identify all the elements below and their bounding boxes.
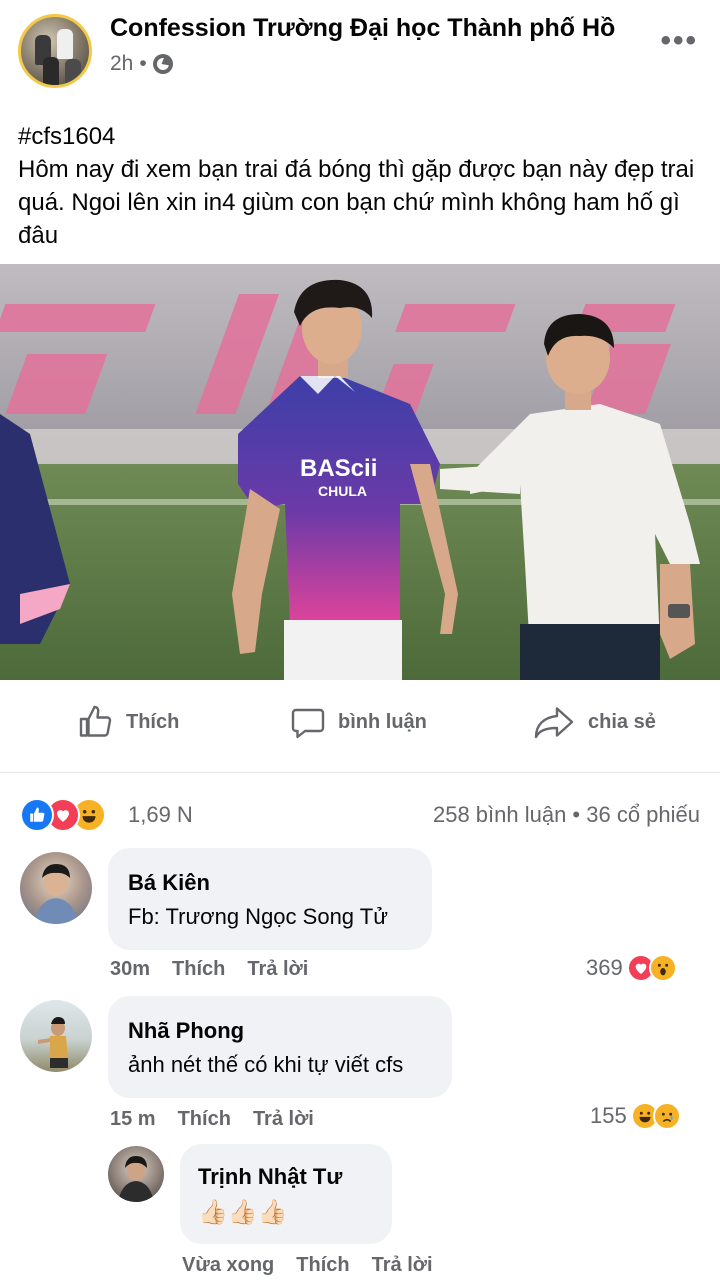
comment-item: Nhã Phong ảnh nét thế có khi tự viết cfs… <box>0 996 720 1136</box>
comment-text: ảnh nét thế có khi tự viết cfs <box>128 1052 404 1077</box>
comment-bubble <box>108 848 432 950</box>
comment-time: 30m <box>110 958 151 980</box>
post-meta: 2h • <box>110 52 173 76</box>
avatar[interactable] <box>108 1146 164 1202</box>
page-avatar[interactable] <box>18 14 92 88</box>
post-text-line: Hôm nay đi xem bạn trai đá bóng thì gặp … <box>18 156 695 183</box>
comment-reaction-count: 155 <box>590 1103 627 1128</box>
comment-reply-item: Trịnh Nhật Tư 👍🏻👍🏻👍🏻 Vừa xong Thích Trả … <box>0 1144 720 1280</box>
more-icon[interactable]: ••• <box>660 24 698 58</box>
post-text-line: đâu <box>18 222 59 249</box>
commenter-name[interactable]: Nhã Phong <box>128 1018 244 1044</box>
comment-text: Fb: Trương Ngọc Song Tử <box>128 904 388 929</box>
post-body: #cfs1604 Hôm nay đi xem bạn trai đá bóng… <box>18 120 708 252</box>
post-action-bar: Thích bình luận chia sẻ <box>0 690 720 762</box>
like-label: Thích <box>126 710 180 733</box>
post-text-line: quá. Ngoi lên xin in4 giùm con bạn chứ m… <box>18 189 680 216</box>
wow-reaction-icon <box>648 954 677 982</box>
post-time[interactable]: 2h <box>110 52 133 76</box>
commenter-name[interactable]: Trịnh Nhật Tư <box>198 1164 342 1190</box>
share-arrow-icon <box>534 707 574 739</box>
divider <box>0 772 720 773</box>
reaction-count: 1,69 N <box>128 802 193 827</box>
comment-actions: 15 m Thích Trả lời <box>110 1108 314 1131</box>
jersey-sponsor-text: BAScii <box>300 455 377 482</box>
page-name[interactable]: Confession Trường Đại học Thành phố Hồ <box>110 14 630 43</box>
comment-bubble <box>108 996 452 1098</box>
like-button[interactable]: Thích <box>78 704 179 740</box>
comment-reply-button[interactable]: Trả lời <box>372 1254 433 1277</box>
sad-reaction-icon <box>652 1102 681 1130</box>
comment-item: Bá Kiên Fb: Trương Ngọc Song Tử 30m Thíc… <box>0 848 720 988</box>
comment-time: Vừa xong <box>182 1254 275 1276</box>
avatar[interactable] <box>20 1000 92 1072</box>
comment-like-button[interactable]: Thích <box>172 958 225 981</box>
comment-like-button[interactable]: Thích <box>296 1254 349 1277</box>
share-label: chia sẻ <box>588 710 656 733</box>
comment-icon <box>291 708 325 739</box>
comment-reaction-count: 369 <box>586 955 623 980</box>
globe-icon <box>152 54 173 74</box>
comment-reply-button[interactable]: Trả lời <box>253 1108 314 1131</box>
reaction-summary[interactable]: 1,69 N 258 bình luận • 36 cổ phiếu <box>0 790 720 838</box>
comment-actions: 30m Thích Trả lời <box>110 958 308 981</box>
comment-reactions[interactable]: 369 <box>586 954 677 982</box>
comment-reply-button[interactable]: Trả lời <box>247 958 308 981</box>
avatar[interactable] <box>20 852 92 924</box>
like-reaction-icon <box>20 798 54 832</box>
comment-time: 15 m <box>110 1108 156 1130</box>
meta-separator: • <box>139 52 147 75</box>
comment-text: 👍🏻👍🏻👍🏻 <box>198 1199 288 1226</box>
post-photo[interactable]: BAScii CHULA <box>0 264 720 680</box>
comment-actions: Vừa xong Thích Trả lời <box>182 1254 433 1277</box>
comments-shares-count[interactable]: 258 bình luận • 36 cổ phiếu <box>433 802 700 828</box>
comment-like-button[interactable]: Thích <box>178 1108 231 1131</box>
comment-bubble <box>180 1144 392 1244</box>
post-photo-illustration: BAScii CHULA <box>0 264 720 680</box>
share-button[interactable]: chia sẻ <box>532 704 656 740</box>
comment-button[interactable]: bình luận <box>290 704 427 740</box>
reaction-icons <box>20 798 106 832</box>
commenter-name[interactable]: Bá Kiên <box>128 870 210 896</box>
post-header: Confession Trường Đại học Thành phố Hồ 2… <box>0 0 720 100</box>
comment-label: bình luận <box>338 710 427 733</box>
thumbs-up-icon <box>79 705 112 737</box>
post-hashtag[interactable]: #cfs1604 <box>18 120 708 153</box>
comment-reactions[interactable]: 155 <box>590 1102 681 1130</box>
jersey-sub-text: CHULA <box>318 483 367 499</box>
